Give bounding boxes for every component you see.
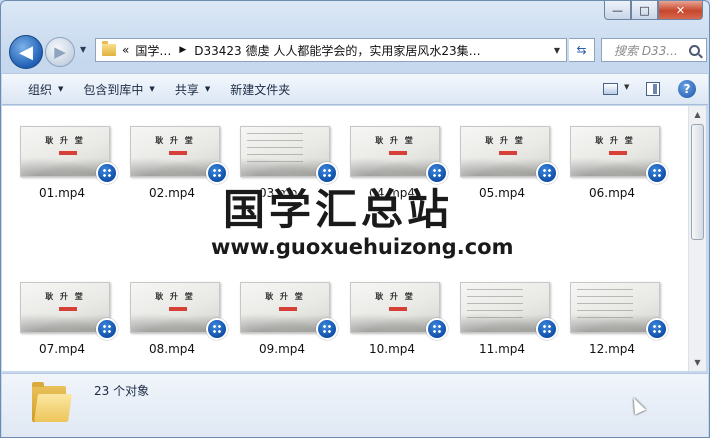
thumbnail-accent <box>59 307 77 311</box>
thumbnail-title: 耿 升 堂 <box>45 135 85 145</box>
address-dropdown-icon[interactable]: ▼ <box>554 46 560 55</box>
include-library-menu[interactable]: 包含到库中 ▼ <box>73 74 164 104</box>
file-item[interactable]: 耿 升 堂 06.mp4 <box>562 126 668 216</box>
thumbnail-title: 耿 升 堂 <box>155 291 195 301</box>
minimize-button[interactable]: — <box>604 1 631 20</box>
scroll-thumb[interactable] <box>691 124 704 240</box>
explorer-window: — □ ✕ ◀ ▶ ▼ « 国学… ▶ D33423 德虔 人人都能学会的，实用… <box>0 0 710 438</box>
file-name: 08.mp4 <box>148 342 196 356</box>
thumbnail-title: 耿 升 堂 <box>485 135 525 145</box>
video-player-icon <box>96 162 118 184</box>
search-placeholder: 搜索 D33... <box>614 43 678 58</box>
new-folder-button[interactable]: 新建文件夹 <box>220 74 300 104</box>
thumbnail-accent <box>389 307 407 311</box>
thumbnail-accent <box>499 151 517 155</box>
video-player-icon <box>206 318 228 340</box>
caption-buttons: — □ ✕ <box>604 1 703 21</box>
change-view-icon[interactable] <box>603 83 629 95</box>
thumbnail-accent <box>279 307 297 311</box>
file-item[interactable]: 耿 升 堂 10.mp4 <box>342 282 448 371</box>
thumbnail-title: 耿 升 堂 <box>45 291 85 301</box>
thumbnail-accent <box>389 151 407 155</box>
file-name: 01.mp4 <box>38 186 86 200</box>
video-player-icon <box>96 318 118 340</box>
organize-menu[interactable]: 组织 ▼ <box>2 74 73 104</box>
file-item[interactable]: 12.mp4 <box>562 282 668 371</box>
navigation-bar: ◀ ▶ ▼ « 国学… ▶ D33423 德虔 人人都能学会的，实用家居风水23… <box>7 33 707 69</box>
file-item[interactable]: 耿 升 堂 08.mp4 <box>122 282 228 371</box>
thumbnail-title: 耿 升 堂 <box>375 291 415 301</box>
share-menu[interactable]: 共享 ▼ <box>165 74 220 104</box>
back-button[interactable]: ◀ <box>9 35 43 69</box>
video-player-icon <box>646 162 668 184</box>
file-item[interactable]: 耿 升 堂 07.mp4 <box>12 282 118 371</box>
file-name: 02.mp4 <box>148 186 196 200</box>
scroll-down-icon[interactable]: ▼ <box>689 354 706 371</box>
thumbnail-title: 耿 升 堂 <box>265 291 305 301</box>
watermark-title: 国学汇总站 <box>223 185 454 234</box>
file-name: 11.mp4 <box>478 342 526 356</box>
refresh-button[interactable]: ⇆ <box>569 38 595 62</box>
breadcrumb-item-current[interactable]: D33423 德虔 人人都能学会的，实用家居风水23集… <box>194 42 480 59</box>
new-folder-label: 新建文件夹 <box>230 82 291 97</box>
search-input[interactable]: 搜索 D33... <box>601 38 707 62</box>
thumbnail-title: 耿 升 堂 <box>155 135 195 145</box>
address-prefix: « <box>122 43 130 57</box>
file-name: 09.mp4 <box>258 342 306 356</box>
folder-icon <box>102 41 116 56</box>
video-player-icon <box>536 318 558 340</box>
command-bar: 组织 ▼ 包含到库中 ▼ 共享 ▼ 新建文件夹 ? <box>2 73 708 105</box>
file-item[interactable]: 11.mp4 <box>452 282 558 371</box>
breadcrumb-separator-icon[interactable]: ▶ <box>179 45 186 55</box>
file-name: 12.mp4 <box>588 342 636 356</box>
address-bar[interactable]: « 国学… ▶ D33423 德虔 人人都能学会的，实用家居风水23集… ▼ <box>95 38 567 62</box>
thumbnail-title: 耿 升 堂 <box>375 135 415 145</box>
chevron-down-icon: ▼ <box>58 85 64 93</box>
forward-button[interactable]: ▶ <box>45 37 75 67</box>
video-player-icon <box>426 318 448 340</box>
thumbnail-title: 耿 升 堂 <box>595 135 635 145</box>
file-item[interactable]: 耿 升 堂 05.mp4 <box>452 126 558 216</box>
file-item[interactable]: 耿 升 堂 02.mp4 <box>122 126 228 216</box>
close-button[interactable]: ✕ <box>658 1 703 20</box>
file-name: 07.mp4 <box>38 342 86 356</box>
details-pane: 23 个对象 <box>2 373 708 437</box>
video-player-icon <box>316 318 338 340</box>
file-name: 05.mp4 <box>478 186 526 200</box>
share-label: 共享 <box>174 82 199 97</box>
video-player-icon <box>536 162 558 184</box>
organize-label: 组织 <box>28 82 53 97</box>
thumbnail-text-lines <box>247 133 303 163</box>
file-name: 06.mp4 <box>588 186 636 200</box>
breadcrumb-item-root[interactable]: 国学… <box>135 42 171 59</box>
thumbnail-text-lines <box>467 289 523 319</box>
file-name: 10.mp4 <box>368 342 416 356</box>
preview-pane-icon[interactable] <box>646 82 660 96</box>
vertical-scrollbar[interactable]: ▲ ▼ <box>688 106 706 371</box>
thumbnail-accent <box>169 307 187 311</box>
watermark-url: www.guoxuehuizong.com <box>211 235 514 259</box>
scroll-up-icon[interactable]: ▲ <box>689 106 706 123</box>
thumbnail-accent <box>169 151 187 155</box>
chevron-down-icon: ▼ <box>149 85 155 93</box>
video-player-icon <box>646 318 668 340</box>
item-count: 23 个对象 <box>94 384 150 398</box>
file-item[interactable]: 耿 升 堂 09.mp4 <box>232 282 338 371</box>
search-icon <box>689 44 700 56</box>
chevron-down-icon: ▼ <box>204 85 211 93</box>
recent-pages-dropdown-icon[interactable]: ▼ <box>80 45 86 54</box>
help-icon[interactable]: ? <box>678 80 696 98</box>
include-library-label: 包含到库中 <box>83 82 144 97</box>
file-item[interactable]: 耿 升 堂 01.mp4 <box>12 126 118 216</box>
thumbnail-accent <box>59 151 77 155</box>
thumbnail-text-lines <box>577 289 633 319</box>
thumbnail-accent <box>609 151 627 155</box>
folder-icon <box>32 382 72 422</box>
maximize-button[interactable]: □ <box>631 1 658 20</box>
